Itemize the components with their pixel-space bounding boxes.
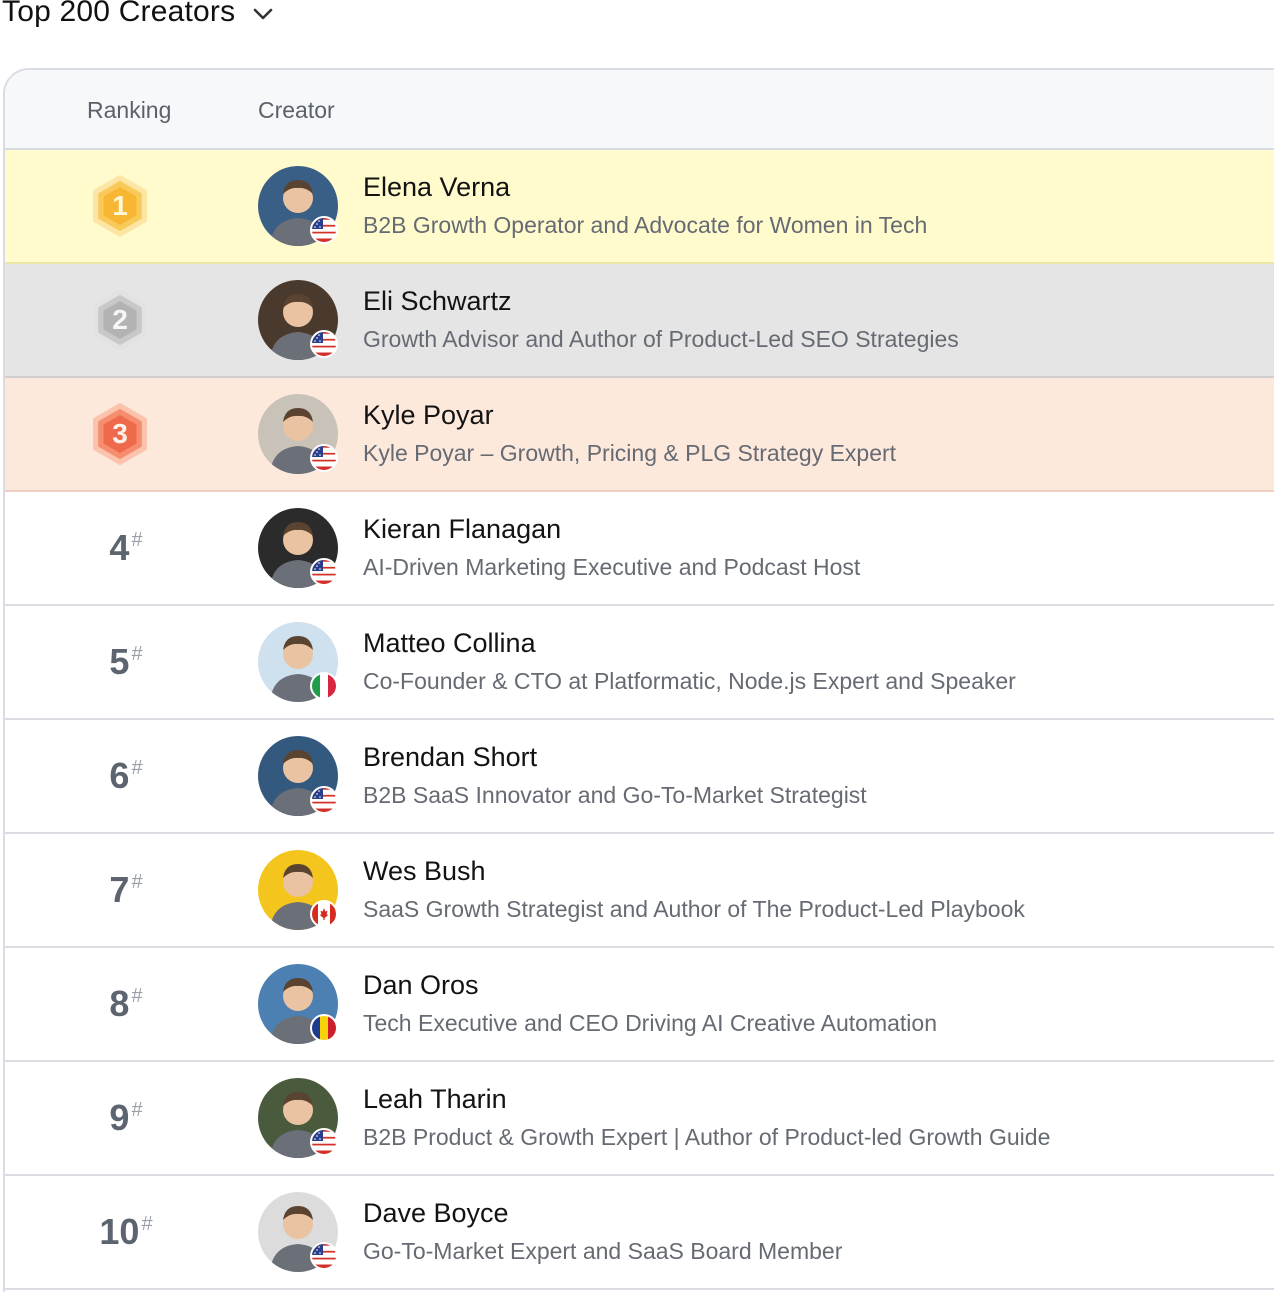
rank-value: 8 (109, 983, 130, 1024)
creator-name[interactable]: Dan Oros (363, 970, 479, 1001)
flag-us-icon (310, 786, 338, 814)
column-header-creator[interactable]: Creator (258, 70, 335, 150)
flag-us-icon (310, 558, 338, 586)
rank-cell: 6 # (5, 720, 235, 832)
column-header-ranking[interactable]: Ranking (87, 70, 171, 150)
rank-number: 8 # (109, 983, 142, 1025)
creators-page: Top 200 Creators Ranking Creator 1 Elena … (0, 0, 1274, 1292)
rank-value: 7 (109, 869, 130, 910)
rank-cell: 9 # (5, 1062, 235, 1174)
rank-number: 4 # (109, 527, 142, 569)
rank-cell: 3 (5, 378, 235, 490)
rank-cell: 2 (5, 264, 235, 376)
rank-number: 3 (112, 418, 128, 449)
flag-ca-icon (310, 900, 338, 928)
creator-name[interactable]: Wes Bush (363, 856, 486, 887)
chevron-down-icon[interactable] (249, 0, 277, 28)
creator-name[interactable]: Matteo Collina (363, 628, 536, 659)
flag-us-icon (310, 1242, 338, 1270)
rank-hash: # (131, 1099, 143, 1121)
creator-description: Tech Executive and CEO Driving AI Creati… (363, 1010, 938, 1036)
creator-description: B2B SaaS Innovator and Go-To-Market Stra… (363, 782, 867, 808)
creator-description: Co-Founder & CTO at Platformatic, Node.j… (363, 668, 1016, 694)
creator-name[interactable]: Kyle Poyar (363, 400, 494, 431)
table-body: 1 Elena Verna B2B Growth Operator and Advo… (5, 150, 1274, 1290)
creator-description: Kyle Poyar – Growth, Pricing & PLG Strat… (363, 440, 897, 466)
table-row[interactable]: 1 Elena Verna B2B Growth Operator and Advo… (5, 150, 1274, 264)
table-row[interactable]: 2 Eli Schwartz Growth Advisor and Author o… (5, 264, 1274, 378)
creator-name[interactable]: Elena Verna (363, 172, 510, 203)
flag-us-icon (310, 1128, 338, 1156)
rank-hash: # (131, 757, 143, 779)
creator-name[interactable]: Leah Tharin (363, 1084, 507, 1115)
rank-cell: 10 # (5, 1176, 235, 1288)
table-row[interactable]: 9 # Leah Tharin B2B Product & Growth Expert… (5, 1062, 1274, 1176)
rank-number: 6 # (109, 755, 142, 797)
rank-hash: # (141, 1213, 153, 1235)
rank-badge-silver: 2 (91, 288, 149, 352)
creator-name[interactable]: Brendan Short (363, 742, 537, 773)
rank-cell: 7 # (5, 834, 235, 946)
flag-ro-icon (310, 1014, 338, 1042)
table-header: Ranking Creator (5, 70, 1274, 150)
table-row[interactable]: 6 # Brendan Short B2B SaaS Innovator and Go… (5, 720, 1274, 834)
table-row[interactable]: 3 Kyle Poyar Kyle Poyar – Growth, Pricing … (5, 378, 1274, 492)
rank-badge-gold: 1 (91, 174, 149, 238)
creators-dropdown[interactable]: Top 200 Creators (0, 0, 277, 32)
creator-description: AI-Driven Marketing Executive and Podcas… (363, 554, 861, 580)
rank-number: 7 # (109, 869, 142, 911)
flag-us-icon (310, 330, 338, 358)
table-row[interactable]: 10 # Dave Boyce Go-To-Market Expert and Saa… (5, 1176, 1274, 1290)
rank-cell: 4 # (5, 492, 235, 604)
rank-value: 10 (99, 1211, 140, 1252)
rank-value: 5 (109, 641, 130, 682)
creator-description: B2B Product & Growth Expert | Author of … (363, 1124, 1051, 1150)
rank-hash: # (131, 985, 143, 1007)
rank-value: 4 (109, 527, 130, 568)
rank-value: 9 (109, 1097, 130, 1138)
page-title: Top 200 Creators (2, 0, 236, 28)
rank-cell: 8 # (5, 948, 235, 1060)
creator-description: Go-To-Market Expert and SaaS Board Membe… (363, 1238, 843, 1264)
rank-cell: 5 # (5, 606, 235, 718)
rank-value: 6 (109, 755, 130, 796)
creators-table: Ranking Creator 1 Elena Verna B2B Growth O… (3, 68, 1274, 1292)
flag-it-icon (310, 672, 338, 700)
rank-number: 2 (112, 304, 128, 335)
rank-hash: # (131, 871, 143, 893)
rank-hash: # (131, 529, 143, 551)
flag-us-icon (310, 444, 338, 472)
creator-description: Growth Advisor and Author of Product-Led… (363, 326, 959, 352)
creator-name[interactable]: Kieran Flanagan (363, 514, 561, 545)
rank-number: 9 # (109, 1097, 142, 1139)
creator-description: B2B Growth Operator and Advocate for Wom… (363, 212, 928, 238)
rank-badge-bronze: 3 (91, 402, 149, 466)
rank-cell: 1 (5, 150, 235, 262)
rank-number: 5 # (109, 641, 142, 683)
table-row[interactable]: 5 # Matteo Collina Co-Founder & CTO at Plat… (5, 606, 1274, 720)
creator-description: SaaS Growth Strategist and Author of The… (363, 896, 1025, 922)
table-row[interactable]: 7 # Wes Bush SaaS Growth Strategist and Aut… (5, 834, 1274, 948)
creator-name[interactable]: Dave Boyce (363, 1198, 509, 1229)
rank-hash: # (131, 643, 143, 665)
flag-us-icon (310, 216, 338, 244)
table-row[interactable]: 8 # Dan Oros Tech Executive and CEO Driving… (5, 948, 1274, 1062)
rank-number: 1 (112, 190, 128, 221)
creator-name[interactable]: Eli Schwartz (363, 286, 512, 317)
table-row[interactable]: 4 # Kieran Flanagan AI-Driven Marketing Exe… (5, 492, 1274, 606)
rank-number: 10 # (99, 1211, 152, 1253)
